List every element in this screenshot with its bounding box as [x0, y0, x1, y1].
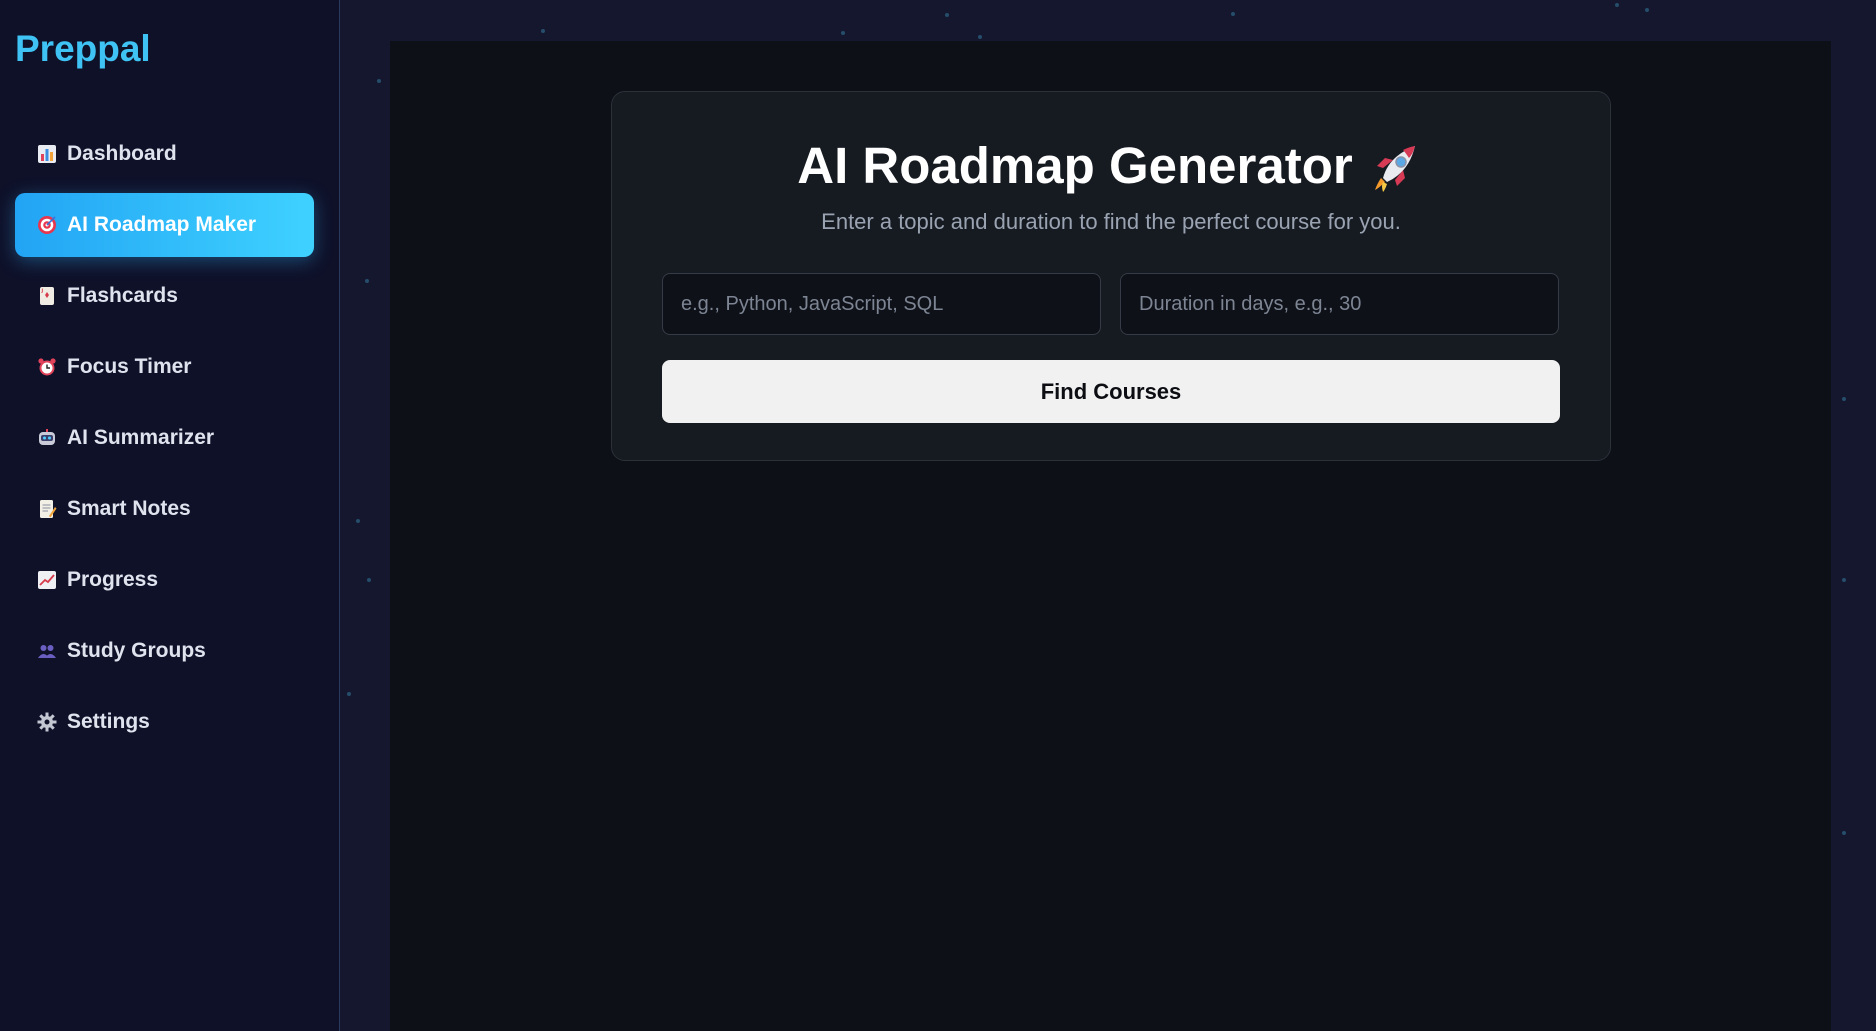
- sidebar-item-label: Smart Notes: [67, 497, 191, 520]
- background-star: [377, 79, 381, 83]
- sidebar-item-label: Study Groups: [67, 639, 206, 662]
- sidebar-nav: Dashboard AI Roadmap Maker J Flashcards …: [15, 122, 314, 761]
- background-star: [1615, 3, 1619, 7]
- trending-up-icon: [37, 570, 57, 590]
- alarm-clock-icon: [37, 357, 57, 377]
- sidebar-item-ai-roadmap-maker[interactable]: AI Roadmap Maker: [15, 193, 314, 257]
- sidebar: Preppal Dashboard AI Roadmap Maker J Fla…: [0, 0, 340, 1031]
- background-star: [347, 692, 351, 696]
- background-star: [945, 13, 949, 17]
- gear-icon: [37, 712, 57, 732]
- sidebar-item-smart-notes[interactable]: Smart Notes: [15, 477, 314, 541]
- title-text: AI Roadmap Generator: [797, 137, 1353, 194]
- sidebar-item-dashboard[interactable]: Dashboard: [15, 122, 314, 186]
- main-panel: AI Roadmap Generator Enter a topic and d…: [390, 41, 1831, 1031]
- background-star: [1645, 8, 1649, 12]
- sidebar-item-flashcards[interactable]: J Flashcards: [15, 264, 314, 328]
- sidebar-item-label: Settings: [67, 710, 150, 733]
- robot-icon: [37, 428, 57, 448]
- background-star: [356, 519, 360, 523]
- sidebar-item-label: Focus Timer: [67, 355, 192, 378]
- brand-logo[interactable]: Preppal: [15, 28, 151, 70]
- page-title: AI Roadmap Generator: [612, 136, 1610, 195]
- memo-icon: [37, 499, 57, 519]
- duration-input[interactable]: [1120, 273, 1559, 335]
- background-star: [541, 29, 545, 33]
- sidebar-item-label: Progress: [67, 568, 159, 591]
- topic-input[interactable]: [662, 273, 1101, 335]
- bar-chart-icon: [37, 144, 57, 164]
- page-subtitle: Enter a topic and duration to find the p…: [821, 209, 1401, 234]
- card-icon: J: [37, 286, 57, 306]
- background-star: [367, 578, 371, 582]
- sidebar-item-study-groups[interactable]: Study Groups: [15, 619, 314, 683]
- background-star: [365, 279, 369, 283]
- sidebar-item-focus-timer[interactable]: Focus Timer: [15, 335, 314, 399]
- sidebar-item-label: AI Summarizer: [67, 426, 215, 449]
- target-icon: [37, 215, 57, 235]
- background-star: [978, 35, 982, 39]
- find-courses-button[interactable]: Find Courses: [662, 360, 1560, 423]
- roadmap-generator-card: AI Roadmap Generator Enter a topic and d…: [611, 91, 1611, 461]
- sidebar-item-ai-summarizer[interactable]: AI Summarizer: [15, 406, 314, 470]
- sidebar-item-progress[interactable]: Progress: [15, 548, 314, 612]
- background-star: [1231, 12, 1235, 16]
- svg-text:J: J: [41, 288, 44, 294]
- people-icon: [37, 641, 57, 661]
- rocket-icon: [1374, 145, 1415, 192]
- background-star: [1842, 578, 1846, 582]
- background-star: [1842, 397, 1846, 401]
- sidebar-item-label: AI Roadmap Maker: [67, 213, 257, 236]
- sidebar-item-settings[interactable]: Settings: [15, 690, 314, 754]
- sidebar-item-label: Flashcards: [67, 284, 178, 307]
- sidebar-item-label: Dashboard: [67, 142, 177, 165]
- background-star: [841, 31, 845, 35]
- background-star: [1842, 831, 1846, 835]
- app-root: Preppal Dashboard AI Roadmap Maker J Fla…: [0, 0, 1876, 1031]
